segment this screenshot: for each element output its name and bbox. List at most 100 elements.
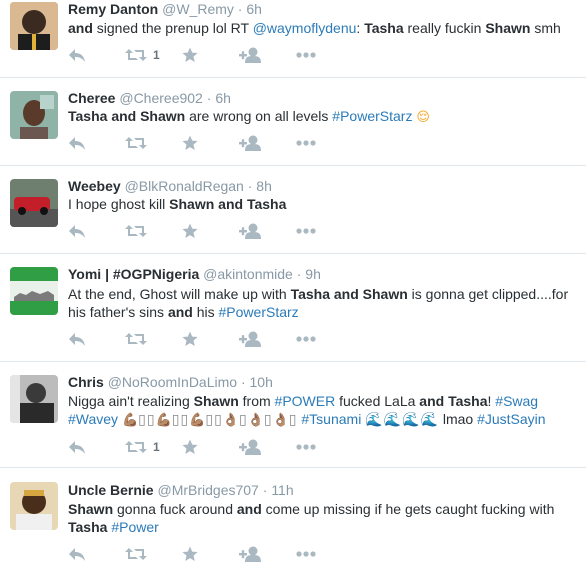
hashtag-link[interactable]: #JustSayin <box>477 411 545 427</box>
tweet-text: and signed the prenup lol RT @waymoflyde… <box>68 19 578 37</box>
hashtag-link[interactable]: #PowerStarz <box>332 108 412 124</box>
favorite-button[interactable] <box>182 133 239 153</box>
tweet-item[interactable]: Uncle Bernie @MrBridges707 · 11h Shawn g… <box>0 468 586 585</box>
favorite-icon <box>182 331 198 347</box>
hashtag-link[interactable]: #POWER <box>275 393 336 409</box>
reply-icon <box>68 223 86 239</box>
reply-button[interactable] <box>68 437 125 457</box>
retweet-button[interactable] <box>125 221 182 241</box>
tweet-item[interactable]: Remy Danton @W_Remy · 6h and signed the … <box>0 0 586 78</box>
tweet-item[interactable]: Weebey @BlkRonaldRegan · 8h I hope ghost… <box>0 166 586 254</box>
user-name[interactable]: Cheree <box>68 90 115 106</box>
retweet-button[interactable]: 1 <box>125 437 182 457</box>
follow-button[interactable] <box>239 133 296 153</box>
favorite-button[interactable] <box>182 221 239 241</box>
more-button[interactable] <box>296 221 353 241</box>
emoji: 👌🏽 <box>247 412 264 427</box>
separator-dot: · <box>262 482 268 498</box>
bold-text: and <box>68 20 93 36</box>
reply-button[interactable] <box>68 544 125 564</box>
tweet-text: Tasha and Shawn are wrong on all levels … <box>68 107 578 126</box>
reply-button[interactable] <box>68 45 125 65</box>
emoji: 💪🏽 <box>121 412 139 427</box>
follow-button[interactable] <box>239 45 296 65</box>
tweet-item[interactable]: Chris @NoRoomInDaLimo · 10h Nigga ain't … <box>0 362 586 468</box>
follow-icon <box>239 439 261 455</box>
follow-button[interactable] <box>239 437 296 457</box>
retweet-button[interactable]: 1 <box>125 45 182 65</box>
retweet-button[interactable] <box>125 544 182 564</box>
emoji: 💪🏽 <box>155 412 172 427</box>
tweet-header: Uncle Bernie @MrBridges707 · 11h <box>68 481 294 499</box>
more-button[interactable] <box>296 437 353 457</box>
avatar[interactable] <box>10 179 58 227</box>
avatar[interactable] <box>10 482 58 530</box>
tweet-actions <box>68 329 353 349</box>
reply-button[interactable] <box>68 133 125 153</box>
tweet-time[interactable]: 6h <box>215 90 231 106</box>
favorite-button[interactable] <box>182 329 239 349</box>
tweet-text: Shawn gonna fuck around and come up miss… <box>68 500 578 536</box>
more-button[interactable] <box>296 329 353 349</box>
avatar[interactable] <box>10 2 58 50</box>
emoji: 💪🏽 <box>189 412 206 427</box>
hashtag-link[interactable]: #Power <box>111 519 158 535</box>
user-handle[interactable]: @BlkRonaldRegan <box>125 178 244 194</box>
favorite-icon <box>182 135 198 151</box>
tweet-item[interactable]: Cheree @Cheree902 · 6h Tasha and Shawn a… <box>0 78 586 166</box>
hashtag-link[interactable]: #Swag <box>495 393 538 409</box>
bold-text: and Tasha <box>419 393 488 409</box>
user-name[interactable]: Chris <box>68 374 104 390</box>
follow-icon <box>239 223 261 239</box>
follow-icon <box>239 331 261 347</box>
user-name[interactable]: Weebey <box>68 178 121 194</box>
more-button[interactable] <box>296 133 353 153</box>
user-name[interactable]: Yomi | #OGPNigeria <box>68 266 199 282</box>
reply-button[interactable] <box>68 329 125 349</box>
user-handle[interactable]: @MrBridges707 <box>157 482 258 498</box>
reply-button[interactable] <box>68 221 125 241</box>
more-button[interactable] <box>296 45 353 65</box>
tweet-time[interactable]: 10h <box>250 374 273 390</box>
tweet-header: Yomi | #OGPNigeria @akintonmide · 9h <box>68 265 321 283</box>
more-icon <box>296 52 316 58</box>
bold-text: and <box>167 304 193 320</box>
bold-text: Tasha and Shawn <box>68 108 186 124</box>
more-icon <box>296 140 316 146</box>
retweet-button[interactable] <box>125 329 182 349</box>
retweet-count: 1 <box>153 48 160 62</box>
favorite-button[interactable] <box>182 45 239 65</box>
user-handle[interactable]: @NoRoomInDaLimo <box>108 374 237 390</box>
tweet-time[interactable]: 9h <box>305 266 321 282</box>
follow-button[interactable] <box>239 221 296 241</box>
tweet-time[interactable]: 6h <box>246 1 262 17</box>
hashtag-link[interactable]: #Wavey <box>68 411 118 427</box>
favorite-button[interactable] <box>182 544 239 564</box>
follow-button[interactable] <box>239 329 296 349</box>
user-name[interactable]: Remy Danton <box>68 1 158 17</box>
user-handle[interactable]: @akintonmide <box>203 266 293 282</box>
avatar[interactable] <box>10 375 58 423</box>
emoji: 👌🏽 <box>272 412 289 427</box>
more-button[interactable] <box>296 544 353 564</box>
favorite-icon <box>182 439 198 455</box>
favorite-button[interactable] <box>182 437 239 457</box>
retweet-icon <box>125 135 147 151</box>
follow-button[interactable] <box>239 544 296 564</box>
hashtag-link[interactable]: #Tsunami <box>301 411 361 427</box>
avatar[interactable] <box>10 267 58 315</box>
retweet-button[interactable] <box>125 133 182 153</box>
hashtag-link[interactable]: #PowerStarz <box>219 304 299 320</box>
missing-glyph: ▯ <box>263 411 273 427</box>
user-handle[interactable]: @W_Remy <box>162 1 234 17</box>
separator-dot: · <box>247 178 253 194</box>
text-segment: come up missing if he gets caught fuckin… <box>261 501 555 517</box>
avatar[interactable] <box>10 91 58 139</box>
tweet-time[interactable]: 11h <box>271 482 293 498</box>
tweet-time[interactable]: 8h <box>256 178 272 194</box>
hashtag-link[interactable]: @waymoflydenu <box>253 20 357 36</box>
user-handle[interactable]: @Cheree902 <box>119 90 203 106</box>
tweet-item[interactable]: Yomi | #OGPNigeria @akintonmide · 9h At … <box>0 254 586 362</box>
user-name[interactable]: Uncle Bernie <box>68 482 154 498</box>
retweet-icon <box>125 47 147 63</box>
